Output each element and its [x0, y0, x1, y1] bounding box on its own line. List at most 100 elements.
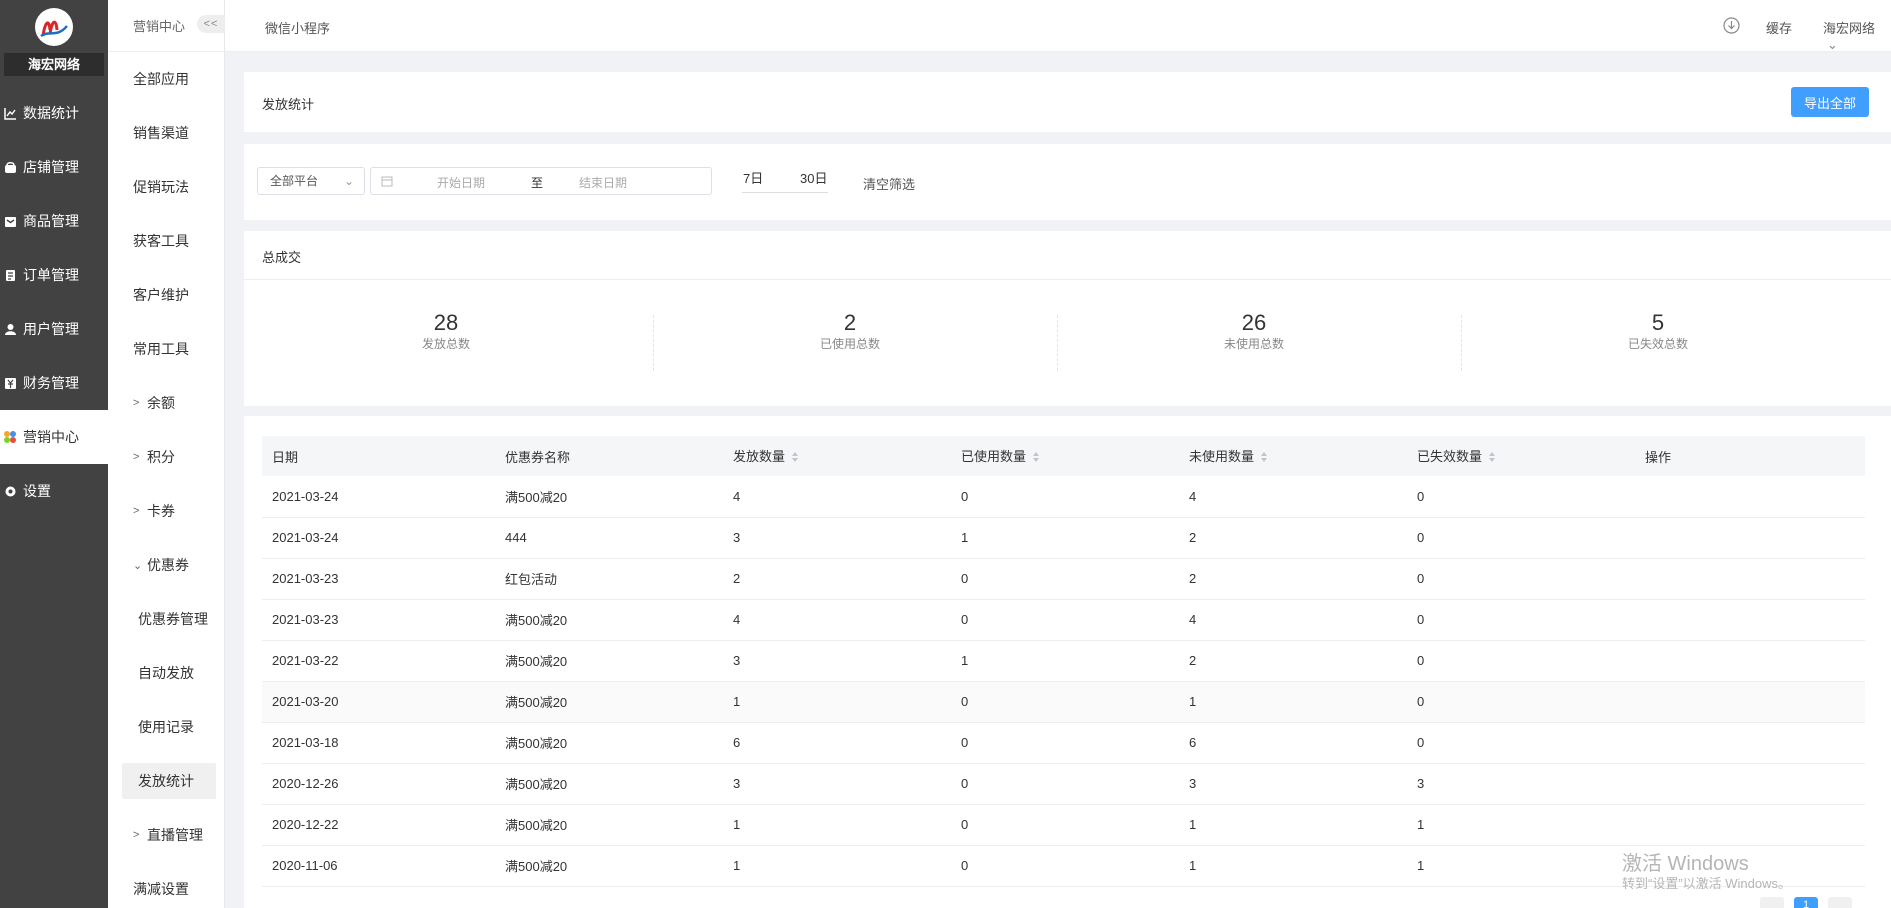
table-header-row: 日期 优惠券名称 发放数量 已使用数量 未使用数量 已失效数量 操作 [262, 436, 1865, 476]
order-icon [3, 268, 17, 282]
stat-label: 已使用总数 [819, 337, 880, 351]
stat-value: 28 [433, 310, 459, 335]
cell-used: 0 [951, 804, 1179, 846]
table-row: 2021-03-24 满500减20 4 0 4 0 [262, 476, 1865, 518]
column-header-expired[interactable]: 已失效数量 [1407, 436, 1635, 476]
sub-item-coupon-management[interactable]: 优惠券管理 [108, 592, 224, 646]
summary-card: 总成交 28 发放总数 2 已使用总数 26 未使用总数 5 已失效总数 [244, 231, 1891, 406]
cell-actions [1635, 476, 1865, 518]
nav-item-goods[interactable]: 商品管理 [0, 194, 108, 248]
cache-link[interactable]: 缓存 [1766, 18, 1792, 37]
windows-watermark-title: 激活 Windows [1622, 853, 1749, 875]
column-header-label: 已使用数量 [961, 449, 1027, 465]
stats-table: 日期 优惠券名称 发放数量 已使用数量 未使用数量 已失效数量 操作 2021-… [262, 436, 1865, 887]
page-header-card: 发放统计 导出全部 [244, 72, 1891, 132]
range-separator: 至 [531, 176, 544, 190]
sub-item-points[interactable]: > 积分 [108, 430, 224, 484]
cell-coupon-name: 满500减20 [495, 722, 723, 764]
platform-select[interactable]: 全部平台 ⌄ [257, 167, 365, 195]
sort-icon[interactable] [791, 451, 799, 466]
store-icon [3, 160, 17, 174]
column-header-date: 日期 [262, 436, 495, 476]
nav-item-finance[interactable]: 财务管理 [0, 356, 108, 410]
sub-item-balance[interactable]: > 余额 [108, 376, 224, 430]
cell-coupon-name: 满500减20 [495, 804, 723, 846]
column-header-used[interactable]: 已使用数量 [951, 436, 1179, 476]
cell-coupon-name: 满500减20 [495, 640, 723, 682]
cell-unused: 3 [1179, 763, 1407, 805]
column-header-coupon-name: 优惠券名称 [495, 436, 723, 476]
nav-item-settings[interactable]: 设置 [0, 464, 108, 518]
nav-label: 商品管理 [23, 213, 79, 229]
sub-item-issue-stats[interactable]: 发放统计 [122, 763, 216, 799]
column-header-issued[interactable]: 发放数量 [723, 436, 951, 476]
export-all-button[interactable]: 导出全部 [1791, 87, 1869, 117]
cell-issued: 1 [723, 681, 951, 723]
sub-item-coupons[interactable]: ⌄ 优惠券 [108, 538, 224, 592]
quick-range-30-days[interactable]: 30日 [800, 168, 827, 187]
sub-item-promotions[interactable]: 促销玩法 [108, 160, 224, 214]
cell-date: 2021-03-20 [262, 681, 495, 723]
sub-item-label: 直播管理 [147, 827, 203, 843]
cell-unused: 1 [1179, 845, 1407, 887]
table-card: 日期 优惠券名称 发放数量 已使用数量 未使用数量 已失效数量 操作 2021-… [244, 416, 1891, 908]
user-menu[interactable]: 海宏网络 ⌄ [1823, 18, 1891, 53]
pager-prev-button[interactable] [1760, 897, 1784, 908]
nav-item-orders[interactable]: 订单管理 [0, 248, 108, 302]
brand-logo-icon [35, 8, 73, 46]
nav-label: 数据统计 [23, 105, 79, 121]
sub-item-label: 优惠券管理 [138, 611, 208, 627]
cell-expired: 0 [1407, 640, 1635, 682]
sort-icon[interactable] [1032, 451, 1040, 466]
stat-label: 已失效总数 [1627, 337, 1688, 351]
pager-current-page[interactable]: 1 [1794, 897, 1818, 908]
sub-item-sales-channel[interactable]: 销售渠道 [108, 106, 224, 160]
stat-label: 未使用总数 [1223, 337, 1284, 351]
cell-date: 2020-12-22 [262, 804, 495, 846]
sub-item-label: 满减设置 [133, 881, 189, 897]
cell-coupon-name: 满500减20 [495, 681, 723, 723]
sub-item-full-reduction[interactable]: 满减设置 [108, 862, 224, 908]
cell-expired: 1 [1407, 804, 1635, 846]
sub-item-customer-care[interactable]: 客户维护 [108, 268, 224, 322]
column-header-unused[interactable]: 未使用数量 [1179, 436, 1407, 476]
start-date-input[interactable]: 开始日期 [437, 174, 485, 191]
sub-item-label: 卡券 [147, 503, 175, 519]
sub-sidebar: 营销中心 << 全部应用 销售渠道 促销玩法 获客工具 客户维护 常用工具 > 余… [108, 0, 225, 908]
sub-item-live-management[interactable]: > 直播管理 [108, 808, 224, 862]
sub-item-auto-issue[interactable]: 自动发放 [108, 646, 224, 700]
end-date-input[interactable]: 结束日期 [579, 174, 627, 191]
cell-expired: 0 [1407, 599, 1635, 641]
quick-range-7-days[interactable]: 7日 [743, 168, 763, 187]
nav-item-store[interactable]: 店铺管理 [0, 140, 108, 194]
cell-date: 2021-03-23 [262, 599, 495, 641]
cell-used: 0 [951, 476, 1179, 518]
download-icon[interactable] [1723, 17, 1740, 37]
sub-item-cards[interactable]: > 卡券 [108, 484, 224, 538]
collapse-sidebar-button[interactable]: << [197, 15, 225, 33]
nav-item-users[interactable]: 用户管理 [0, 302, 108, 356]
sub-item-all-apps[interactable]: 全部应用 [108, 52, 224, 106]
sub-item-usage-records[interactable]: 使用记录 [108, 700, 224, 754]
cell-actions [1635, 558, 1865, 600]
breadcrumb[interactable]: 微信小程序 [265, 18, 330, 37]
nav-item-data-stats[interactable]: 数据统计 [0, 86, 108, 140]
sort-icon[interactable] [1260, 451, 1268, 466]
pager-next-button[interactable] [1828, 897, 1852, 908]
clear-filters-button[interactable]: 清空筛选 [863, 174, 915, 193]
cell-actions [1635, 763, 1865, 805]
divider [244, 279, 1891, 280]
sub-item-acquisition-tools[interactable]: 获客工具 [108, 214, 224, 268]
sub-item-label: 优惠券 [147, 557, 189, 573]
chevron-right-icon: > [133, 829, 140, 841]
cell-actions [1635, 804, 1865, 846]
sub-item-common-tools[interactable]: 常用工具 [108, 322, 224, 376]
cell-coupon-name: 满500减20 [495, 763, 723, 805]
sort-icon[interactable] [1488, 451, 1496, 466]
cell-used: 0 [951, 599, 1179, 641]
nav-label: 店铺管理 [23, 159, 79, 175]
chevron-down-icon: ⌄ [343, 174, 354, 188]
nav-item-marketing[interactable]: 营销中心 [0, 410, 108, 464]
stat-value: 2 [843, 310, 857, 335]
date-range-picker[interactable]: 开始日期 至 结束日期 [370, 167, 712, 195]
